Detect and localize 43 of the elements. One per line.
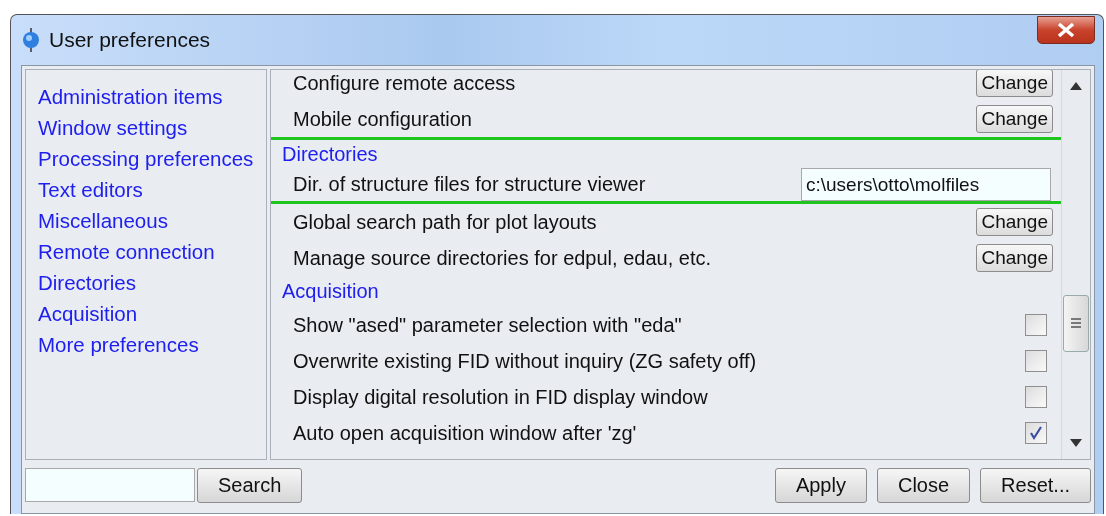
setting-label: Configure remote access	[293, 71, 517, 95]
app-icon	[21, 28, 41, 52]
sidebar-link[interactable]: Window settings	[38, 115, 188, 140]
change-button[interactable]: Change	[976, 105, 1053, 133]
window-title: User preferences	[49, 28, 212, 52]
checkmark-icon	[1028, 425, 1044, 441]
checkbox[interactable]	[1025, 314, 1047, 336]
setting-label: Mobile configuration	[293, 107, 473, 131]
up-arrow-icon[interactable]	[1070, 82, 1082, 90]
close-button[interactable]	[1037, 16, 1095, 44]
sidebar-link[interactable]: Processing preferences	[38, 146, 254, 171]
dialog-button[interactable]: Apply	[774, 467, 867, 503]
change-button[interactable]: Change	[976, 208, 1053, 236]
dialog-button[interactable]: Close	[876, 467, 971, 503]
sidebar-link[interactable]: Directories	[38, 270, 136, 295]
sidebar-link[interactable]: Acquisition	[38, 301, 138, 326]
sidebar-link[interactable]: Text editors	[38, 177, 143, 202]
search-field[interactable]	[25, 468, 195, 502]
checkbox[interactable]	[1025, 422, 1047, 444]
setting-label: Display digital resolution in FID display window	[293, 385, 709, 409]
setting-label: Dir. of structure files for structure viewer	[293, 173, 647, 196]
scrollbar[interactable]	[1061, 70, 1090, 459]
section-heading: Acquisition	[282, 280, 379, 303]
sidebar-link[interactable]: Remote connection	[38, 239, 215, 264]
sidebar-link[interactable]: More preferences	[38, 332, 199, 357]
close-icon	[1055, 22, 1077, 38]
sidebar-link[interactable]: Administration items	[38, 84, 223, 109]
dialog-button[interactable]: Reset...	[980, 467, 1091, 503]
setting-label: Auto open acquisition window after 'zg'	[293, 421, 638, 445]
sidebar-link[interactable]: Miscellaneous	[38, 208, 168, 233]
setting-label: Manage source directories for edpul, edau, etc.	[293, 246, 713, 270]
path-field[interactable]: c:\users\otto\molfiles	[801, 168, 1051, 201]
setting-label: Overwrite existing FID without inquiry (ZG safety off)	[293, 349, 758, 373]
down-arrow-icon[interactable]	[1070, 439, 1082, 447]
search-button[interactable]: Search	[197, 467, 303, 503]
change-button[interactable]: Change	[976, 70, 1053, 97]
setting-label: Show "ased" parameter selection with "eda"	[293, 313, 683, 337]
setting-label: Global search path for plot layouts	[293, 210, 598, 234]
section-heading: Directories	[282, 142, 378, 166]
change-button[interactable]: Change	[976, 244, 1053, 272]
checkbox[interactable]	[1025, 386, 1047, 408]
scroll-thumb[interactable]	[1063, 295, 1089, 352]
checkbox[interactable]	[1025, 350, 1047, 372]
